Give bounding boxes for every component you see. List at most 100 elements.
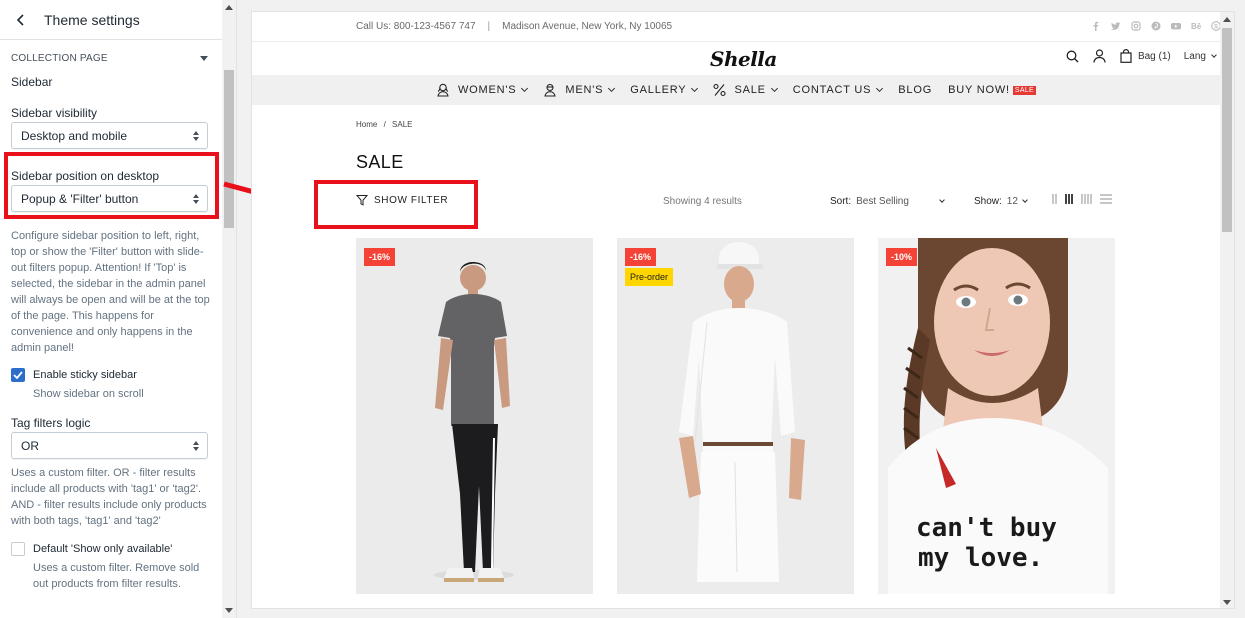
instagram-icon[interactable]: [1131, 21, 1141, 31]
chevron-down-icon: [770, 84, 778, 93]
sale-tag-badge: SALE: [1012, 85, 1037, 95]
chevron-down-icon: [521, 84, 529, 93]
grid-3-icon[interactable]: [1065, 194, 1073, 204]
chevron-down-icon: [691, 84, 699, 93]
bag-label: Bag (1): [1137, 50, 1171, 62]
discount-badge: -10%: [886, 248, 918, 266]
svg-text:can't buy: can't buy: [916, 513, 1057, 543]
results-count: Showing 4 results: [663, 196, 742, 207]
tag-logic-select[interactable]: OR: [11, 432, 208, 459]
show-available-option: Default 'Show only available' Uses a cus…: [0, 541, 222, 592]
sidebar-subheading: Sidebar: [11, 75, 53, 89]
sticky-sidebar-help: Show sidebar on scroll: [33, 388, 144, 400]
chevron-down-icon: [1021, 197, 1028, 203]
select-value: OR: [21, 438, 39, 453]
behance-icon[interactable]: Bē: [1191, 21, 1202, 31]
site-logo[interactable]: Shella: [710, 47, 777, 71]
select-arrows-icon: [193, 130, 199, 141]
breadcrumb-home[interactable]: Home: [356, 120, 377, 129]
chevron-down-icon: [876, 84, 884, 93]
grid-2-icon[interactable]: [1052, 194, 1057, 204]
select-arrows-icon: [193, 440, 199, 451]
social-links: Bē S: [1091, 21, 1220, 31]
show-label: Show:: [974, 196, 1002, 207]
account-icon[interactable]: [1093, 49, 1107, 63]
nav-label: MEN'S: [565, 84, 604, 96]
sort-select[interactable]: Sort: Best Selling: [830, 196, 945, 207]
search-icon[interactable]: [1066, 49, 1080, 63]
svg-text:S: S: [1214, 24, 1218, 30]
chevron-down-icon: [1211, 51, 1217, 58]
section-toggle[interactable]: COLLECTION PAGE: [0, 40, 222, 68]
sticky-sidebar-option: Enable sticky sidebar Show sidebar on sc…: [0, 367, 222, 402]
list-view-icon[interactable]: [1100, 194, 1112, 204]
woman-icon: [436, 83, 450, 97]
scroll-up-arrow-icon[interactable]: [1223, 17, 1231, 22]
show-available-checkbox[interactable]: [11, 542, 25, 556]
nav-label: BLOG: [898, 84, 933, 96]
highlight-box: [4, 152, 219, 219]
nav-item-blog[interactable]: BLOG: [898, 84, 932, 96]
store-preview: Call Us: 800-123-4567 747 | Madison Aven…: [251, 11, 1235, 609]
scrollbar-thumb[interactable]: [1222, 28, 1232, 232]
per-page-select[interactable]: Show: 12: [974, 196, 1028, 207]
product-image-woman-printed-tee: can't buy my love.: [878, 238, 1115, 594]
sort-label: Sort:: [830, 196, 852, 207]
panel-scrollbar[interactable]: [222, 0, 236, 618]
bag-button[interactable]: Bag (1): [1120, 49, 1171, 63]
nav-label: CONTACT US: [792, 84, 872, 96]
facebook-icon[interactable]: [1091, 21, 1100, 31]
preview-scrollbar[interactable]: [1220, 12, 1234, 608]
grid-4-icon[interactable]: [1081, 194, 1092, 204]
nav-item-mens[interactable]: MEN'S: [543, 83, 616, 97]
skype-icon[interactable]: S: [1211, 21, 1220, 31]
sticky-sidebar-checkbox[interactable]: [11, 368, 25, 382]
nav-label: SALE: [734, 84, 766, 96]
nav-label: WOMEN'S: [457, 84, 517, 96]
product-grid: -16% -16% Pre-order can't buy my love. -…: [356, 238, 1115, 594]
highlight-box: [314, 180, 478, 229]
nav-item-buy-now[interactable]: BUY NOW! SALE: [948, 84, 1037, 96]
contact-phone: Call Us: 800-123-4567 747: [356, 21, 476, 32]
product-card[interactable]: -16% Pre-order: [617, 238, 854, 594]
twitter-icon[interactable]: [1111, 21, 1121, 31]
chevron-down-icon: [939, 197, 945, 203]
scroll-down-arrow-icon[interactable]: [225, 608, 233, 613]
nav-item-sale[interactable]: SALE: [713, 83, 778, 97]
select-value: Desktop and mobile: [21, 128, 128, 143]
panel-header: Theme settings: [0, 0, 222, 40]
nav-item-contact[interactable]: CONTACT US: [792, 84, 884, 96]
theme-settings-panel: Theme settings COLLECTION PAGE Sidebar S…: [0, 0, 237, 618]
section-label: COLLECTION PAGE: [11, 53, 108, 64]
site-header: Shella Bag (1) Lang: [252, 42, 1220, 75]
caret-down-icon: [200, 56, 208, 61]
language-selector[interactable]: Lang: [1184, 51, 1217, 62]
nav-item-gallery[interactable]: GALLERY: [630, 84, 699, 96]
chevron-down-icon: [608, 84, 616, 93]
back-button[interactable]: [12, 11, 30, 29]
panel-content: Theme settings COLLECTION PAGE Sidebar S…: [0, 0, 222, 618]
product-card[interactable]: -16%: [356, 238, 593, 594]
show-available-label: Default 'Show only available': [33, 543, 173, 555]
scroll-down-arrow-icon[interactable]: [1223, 600, 1231, 605]
panel-title: Theme settings: [44, 11, 140, 28]
sidebar-visibility-label: Sidebar visibility: [11, 106, 98, 120]
scroll-up-arrow-icon[interactable]: [225, 5, 233, 10]
divider: |: [487, 21, 491, 32]
discount-badge: -16%: [364, 248, 396, 266]
product-card[interactable]: can't buy my love. -10%: [878, 238, 1115, 594]
sidebar-position-help: Configure sidebar position to left, righ…: [11, 230, 210, 354]
svg-text:Bē: Bē: [1191, 22, 1202, 31]
svg-text:my love.: my love.: [918, 543, 1043, 573]
breadcrumb: Home / SALE: [356, 120, 413, 129]
percent-icon: [713, 83, 727, 97]
pinterest-icon[interactable]: [1151, 21, 1161, 31]
tag-logic-help: Uses a custom filter. OR - filter result…: [11, 467, 207, 527]
header-actions: Bag (1) Lang: [1066, 49, 1220, 63]
show-available-help: Uses a custom filter. Remove sold out pr…: [33, 562, 200, 590]
sidebar-visibility-select[interactable]: Desktop and mobile: [11, 122, 208, 149]
bag-icon: [1120, 49, 1132, 63]
nav-item-womens[interactable]: WOMEN'S: [436, 83, 529, 97]
man-icon: [543, 83, 557, 97]
youtube-icon[interactable]: [1171, 21, 1181, 31]
